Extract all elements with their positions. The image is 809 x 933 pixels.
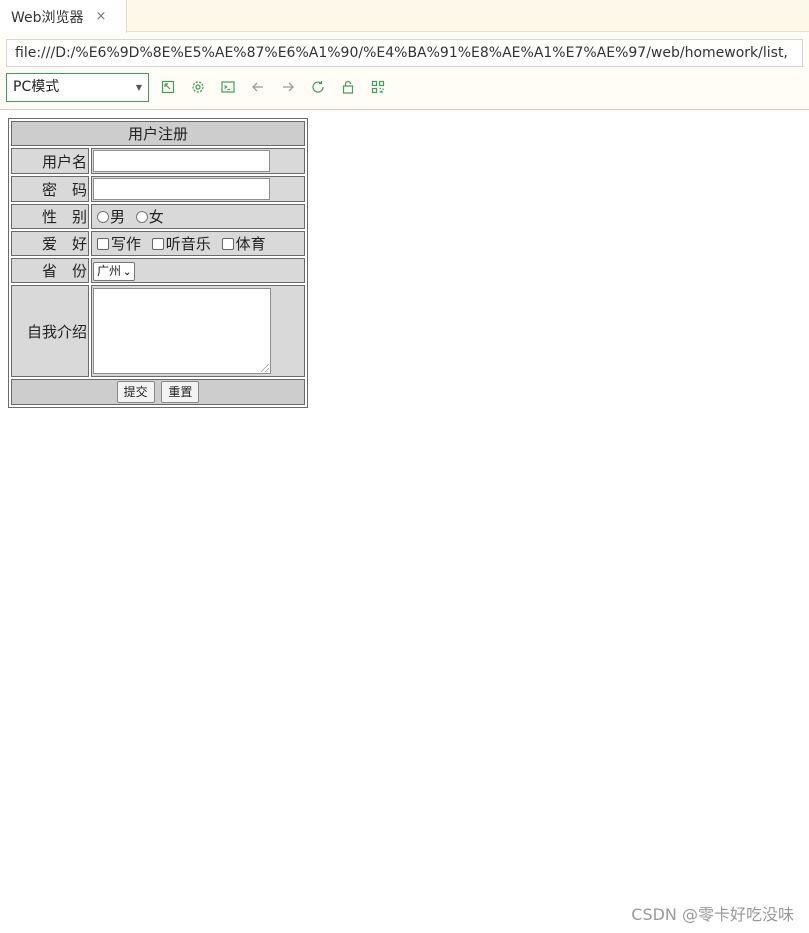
hobby-label: 爱 好 [11,231,89,256]
forward-arrow-icon[interactable] [280,79,296,95]
tab-bar: Web浏览器 × [0,0,809,33]
hobby-checkbox-music[interactable] [151,238,164,250]
password-input[interactable] [93,178,270,200]
caret-down-icon: ▼ [135,83,142,92]
province-label: 省 份 [11,258,89,283]
tab-title: Web浏览器 [11,9,84,26]
mode-select-value: PC模式 [13,79,60,95]
password-label: 密 码 [11,176,89,202]
lock-icon[interactable] [340,79,356,95]
form-actions: 提交 重置 [11,379,305,405]
username-input[interactable] [93,150,270,172]
hobby-option-label: 体育 [235,235,266,253]
hobby-checkbox-writing[interactable] [97,238,109,250]
intro-textarea[interactable] [93,288,271,374]
registration-form: 用户注册 用户名 密 码 性 别 男 女 爱 好 写作 听音乐 体育 省 份 广… [8,118,308,408]
mode-select[interactable]: PC模式 ▼ [6,73,149,102]
gender-radio-female[interactable] [135,211,148,223]
intro-label: 自我介绍 [11,285,89,377]
form-title: 用户注册 [11,121,305,146]
hobby-option-label: 写作 [111,235,142,253]
watermark: CSDN @零卡好吃没味 [631,905,794,924]
hobby-checkbox-sports[interactable] [221,238,234,250]
close-icon[interactable]: × [96,9,107,24]
gender-option-label: 男 [110,208,126,226]
province-select[interactable]: 广州 ⌄ [93,261,136,281]
chevron-down-icon: ⌄ [123,266,132,278]
gender-label: 性 别 [11,204,89,229]
hobby-option-label: 听音乐 [165,235,211,253]
window-icon[interactable] [160,79,176,95]
settings-icon[interactable] [190,79,206,95]
reset-button[interactable]: 重置 [161,381,200,403]
address-bar[interactable]: file:///D:/%E6%9D%8E%E5%AE%87%E6%A1%90/%… [6,39,803,67]
gender-option-label: 女 [148,208,164,226]
username-label: 用户名 [11,148,89,174]
browser-tab[interactable]: Web浏览器 × [0,0,127,33]
browser-toolbar: file:///D:/%E6%9D%8E%E5%AE%87%E6%A1%90/%… [0,33,809,110]
refresh-icon[interactable] [310,79,326,95]
resize-grip-icon[interactable] [261,364,269,372]
qr-code-icon[interactable] [370,79,386,95]
page-viewport: 用户注册 用户名 密 码 性 别 男 女 爱 好 写作 听音乐 体育 省 份 广… [0,111,809,933]
province-select-value: 广州 [97,263,122,278]
back-arrow-icon[interactable] [250,79,266,95]
gender-radio-male[interactable] [97,211,109,223]
console-icon[interactable] [220,79,236,95]
submit-button[interactable]: 提交 [116,381,155,403]
